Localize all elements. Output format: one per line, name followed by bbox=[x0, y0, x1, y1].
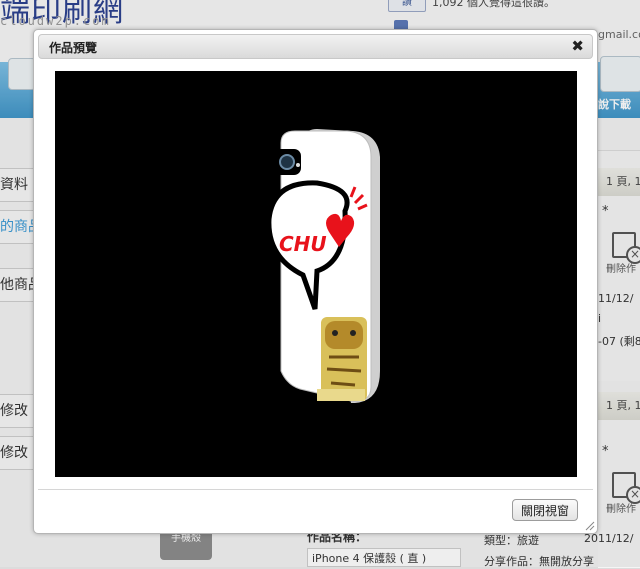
preview-dialog: 作品預覽 ✖ CHU 關閉視窗 bbox=[33, 29, 598, 534]
dialog-footer: 關閉視窗 bbox=[38, 489, 593, 532]
dialog-title: 作品預覽 bbox=[49, 41, 98, 55]
resize-grip-icon[interactable] bbox=[585, 521, 595, 531]
tiger-sticker-icon bbox=[317, 317, 367, 401]
camera-flash-icon bbox=[296, 163, 300, 167]
close-icon[interactable]: ✖ bbox=[571, 37, 584, 55]
phone-case-preview: CHU bbox=[266, 129, 380, 403]
bubble-text: CHU bbox=[279, 232, 327, 256]
close-window-button[interactable]: 關閉視窗 bbox=[511, 499, 578, 521]
camera-lens-icon bbox=[279, 154, 295, 170]
preview-viewer[interactable]: CHU bbox=[55, 71, 577, 477]
dialog-titlebar[interactable]: 作品預覽 ✖ bbox=[38, 34, 593, 59]
